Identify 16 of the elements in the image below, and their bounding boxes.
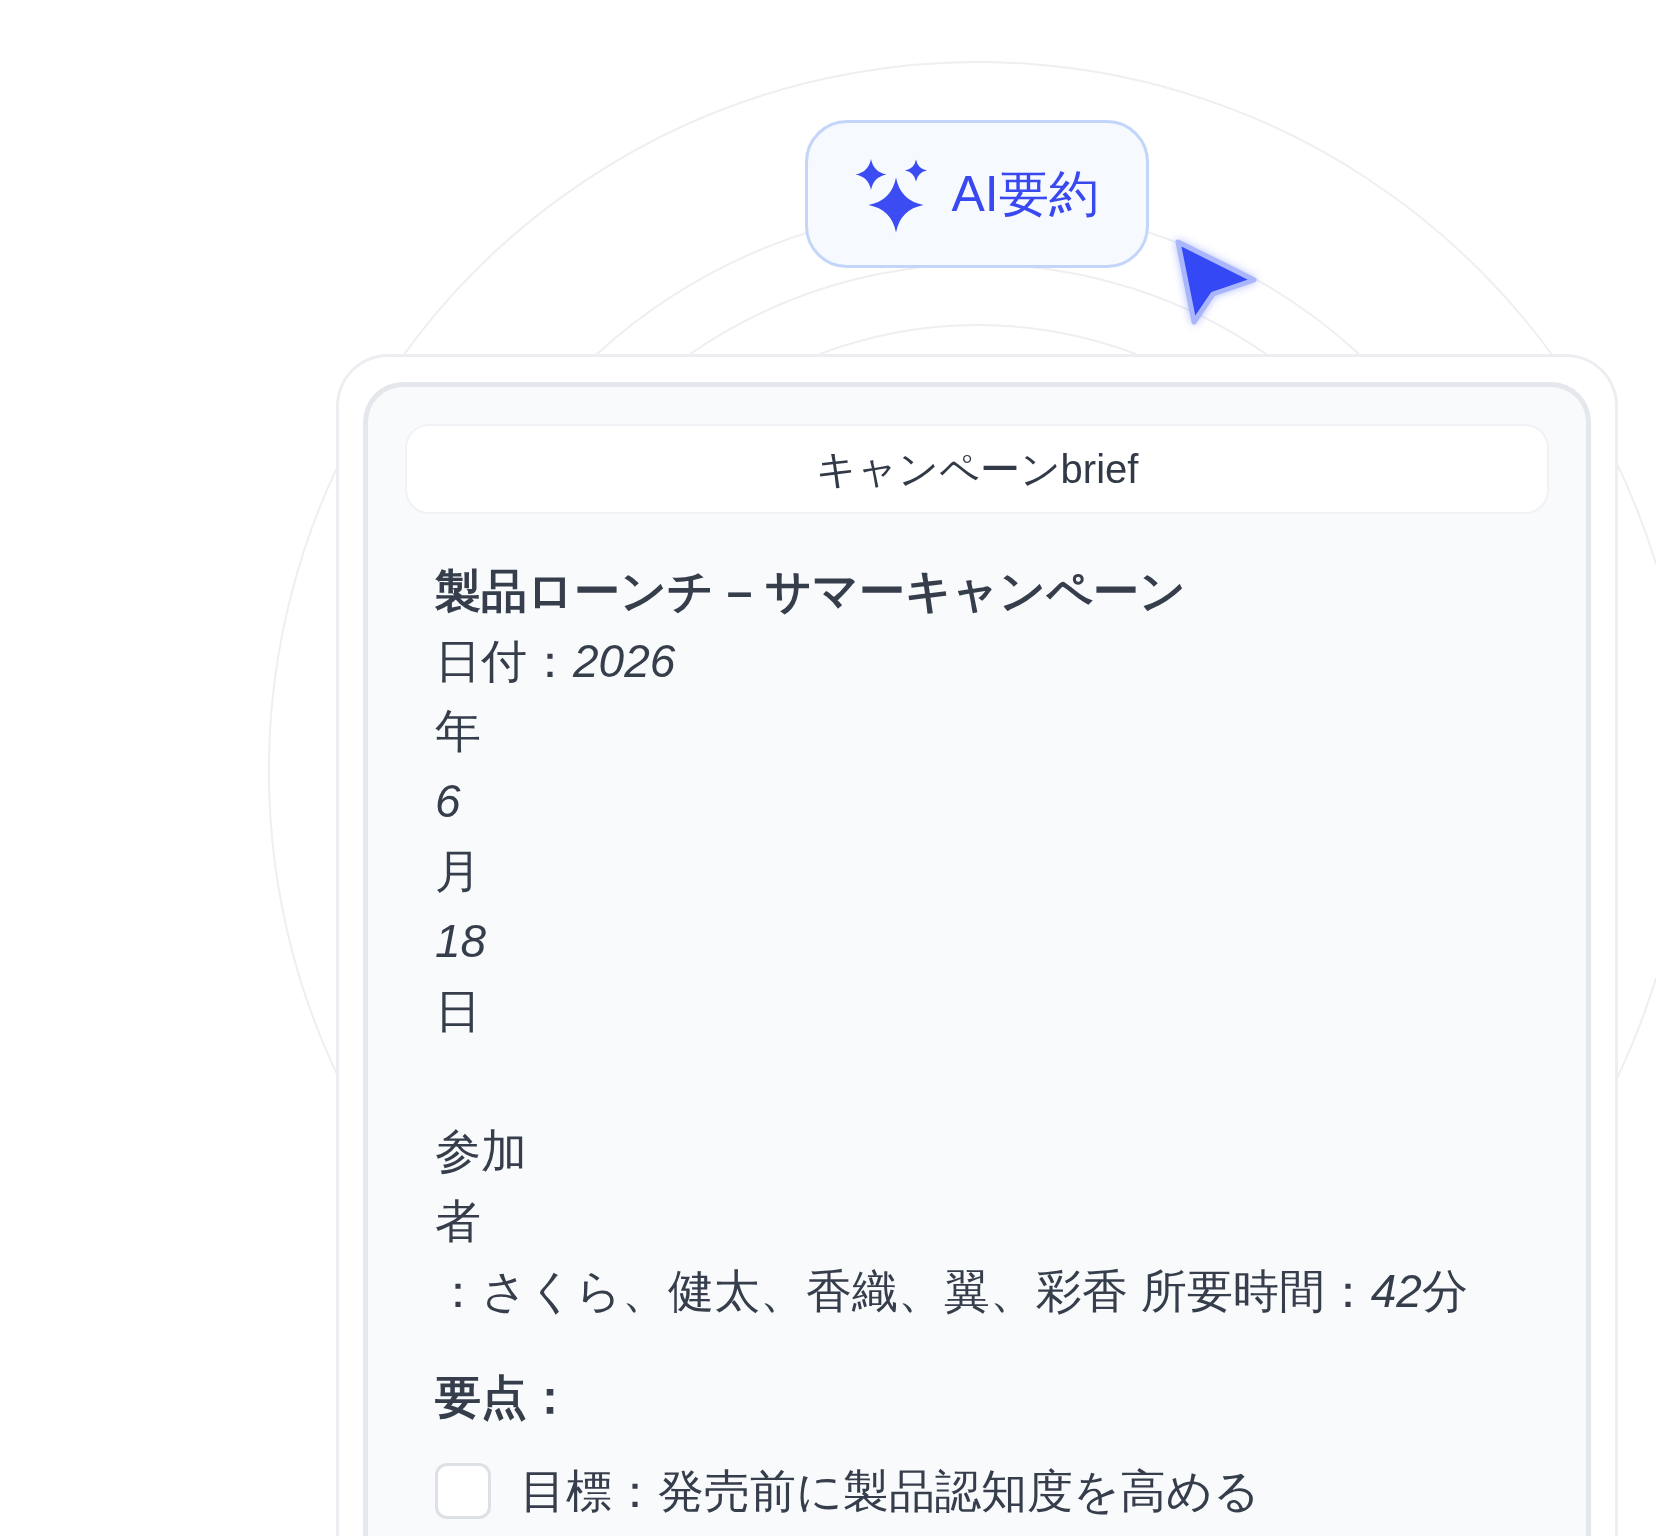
checkbox[interactable] <box>435 1463 491 1519</box>
key-point-text: 目標：発売前に製品認知度を高める <box>520 1464 1260 1519</box>
date-text: 日 <box>435 984 481 1039</box>
date-text: 18 <box>435 914 487 969</box>
document-title: キャンペーンbrief <box>815 445 1139 493</box>
attendees-text: 者 <box>435 1194 481 1249</box>
document-heading: 製品ローンチ – サマーキャンペーン <box>435 564 1187 619</box>
ai-summary-button[interactable]: AI要約 <box>805 120 1149 268</box>
attendees-text: 参加 <box>435 1124 527 1179</box>
section-heading: 要点： <box>435 1370 573 1425</box>
sparkle-icon <box>855 159 928 233</box>
date-text: 日付：2026 <box>435 634 676 689</box>
date-text: 年 <box>435 704 481 759</box>
date-text: 6 <box>435 774 461 829</box>
date-text: 月 <box>435 844 481 899</box>
attendees-text: ：さくら、健太、香織、翼、彩香 所要時間：42分 <box>435 1264 1468 1319</box>
